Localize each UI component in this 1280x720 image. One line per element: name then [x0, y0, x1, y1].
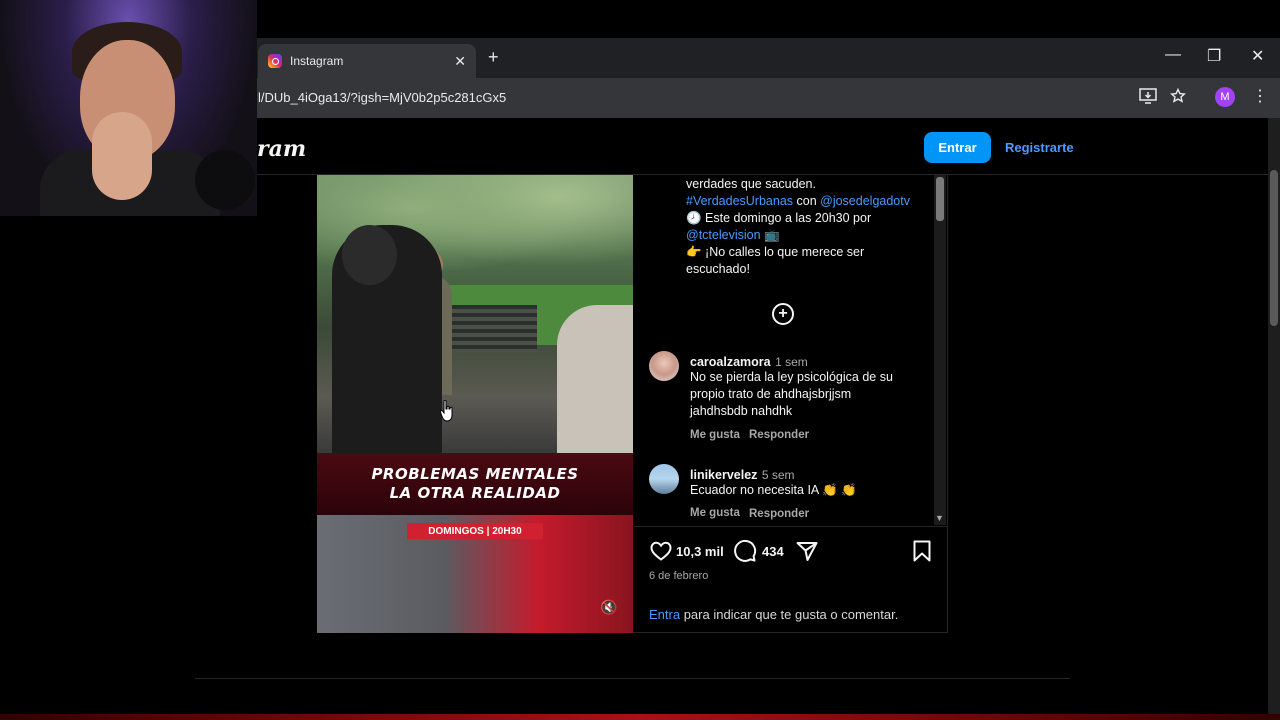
comment-reply-button[interactable]: Responder: [749, 508, 809, 520]
comment-text: Ecuador no necesita IA 👏 👏: [690, 483, 857, 497]
login-link[interactable]: Entra: [649, 607, 680, 622]
mute-icon[interactable]: 🔇: [600, 599, 617, 616]
post-video[interactable]: PROBLEMAS MENTALES LA OTRA REALIDAD DOMI…: [317, 175, 633, 633]
comments-count: 434: [762, 544, 784, 559]
window-close-button[interactable]: ✕: [1251, 46, 1264, 66]
restore-button[interactable]: ❐: [1207, 46, 1221, 66]
caption-line: @tctelevision 📺: [686, 228, 780, 243]
comments-scrollbar[interactable]: [934, 175, 946, 525]
caption-line: verdades que sacuden.: [686, 177, 816, 191]
comment-icon[interactable]: [733, 539, 757, 563]
install-app-icon[interactable]: [1139, 88, 1157, 108]
webcam-microphone: [195, 150, 255, 210]
avatar[interactable]: [649, 464, 679, 494]
divider: [634, 526, 947, 527]
bookmark-icon[interactable]: [910, 539, 934, 563]
share-icon[interactable]: [795, 539, 819, 563]
login-prompt: Entra para indicar que te gusta o coment…: [649, 607, 898, 622]
video-person-head: [342, 225, 397, 285]
tv-emoji: 📺: [760, 228, 780, 242]
comment-reply-button[interactable]: Responder: [749, 429, 809, 441]
comment-header: caroalzamora 1 sem: [690, 353, 808, 371]
comment-username[interactable]: linikervelez: [690, 468, 757, 482]
video-title-line: PROBLEMAS MENTALES: [371, 465, 579, 483]
likes-count[interactable]: 10,3 mil: [676, 544, 724, 559]
comment-time: 5 sem: [761, 468, 795, 482]
schedule-pill: DOMINGOS | 20H30: [407, 523, 543, 539]
plus-circle-icon[interactable]: +: [772, 303, 794, 325]
video-title-banner: PROBLEMAS MENTALES LA OTRA REALIDAD: [317, 453, 633, 515]
caption-line: #VerdadesUrbanas con @josedelgadotv: [686, 194, 910, 208]
minimize-button[interactable]: —: [1165, 46, 1181, 64]
comment-username[interactable]: caroalzamora: [690, 355, 771, 369]
hashtag-link[interactable]: #VerdadesUrbanas: [686, 194, 793, 208]
caption-text: con: [793, 194, 821, 208]
star-icon[interactable]: [1170, 87, 1186, 108]
comment-like-button[interactable]: Me gusta: [690, 507, 740, 519]
instagram-logo[interactable]: ram: [257, 136, 306, 162]
avatar[interactable]: [649, 351, 679, 381]
webcam-overlay: [0, 0, 257, 216]
url-field[interactable]: l/DUb_4iOga13/?igsh=MjV0b2p5c281cGx5: [258, 90, 506, 105]
caption-line: escuchado!: [686, 262, 750, 276]
comment-like-button[interactable]: Me gusta: [690, 429, 740, 441]
register-link[interactable]: Registrarte: [1005, 140, 1074, 155]
new-tab-button[interactable]: +: [488, 47, 499, 68]
mention-link[interactable]: @tctelevision: [686, 228, 761, 242]
scroll-down-arrow-icon[interactable]: ▼: [935, 513, 944, 523]
instagram-favicon-icon: [268, 54, 282, 68]
webcam-person-hand: [92, 112, 152, 200]
tab-instagram[interactable]: Instagram ✕: [258, 44, 476, 78]
comment-text: jahdhsbdb nahdhk: [690, 404, 793, 418]
page-scroll-thumb[interactable]: [1270, 170, 1278, 326]
comments-scroll-thumb[interactable]: [936, 177, 944, 221]
profile-avatar[interactable]: M: [1215, 87, 1235, 107]
caption-line: 🕗 Este domingo a las 20h30 por: [686, 211, 872, 225]
kebab-menu-icon[interactable]: ⋮: [1252, 86, 1268, 106]
video-title-line: LA OTRA REALIDAD: [389, 484, 561, 502]
mention-link[interactable]: @josedelgadotv: [820, 194, 910, 208]
hand-cursor-icon: [439, 399, 454, 422]
login-button[interactable]: Entrar: [924, 132, 991, 163]
comment-text: No se pierda la ley psicológica de su: [690, 370, 893, 384]
taskbar-strip: [0, 714, 1280, 720]
heart-icon[interactable]: [649, 539, 673, 563]
tab-close-icon[interactable]: ✕: [454, 53, 466, 70]
video-bench: [447, 305, 537, 353]
comment-time: 1 sem: [775, 355, 808, 369]
login-prompt-text: para indicar que te gusta o comentar.: [680, 607, 899, 622]
comment-text: propio trato de ahdhajsbrjjsm: [690, 387, 852, 401]
caption-line: 👉 ¡No calles lo que merece ser: [686, 245, 865, 259]
video-person: [557, 305, 633, 453]
divider: [195, 678, 1070, 679]
post-date: 6 de febrero: [649, 570, 709, 582]
tab-title: Instagram: [290, 54, 344, 68]
comment-header: linikervelez 5 sem: [690, 466, 795, 484]
